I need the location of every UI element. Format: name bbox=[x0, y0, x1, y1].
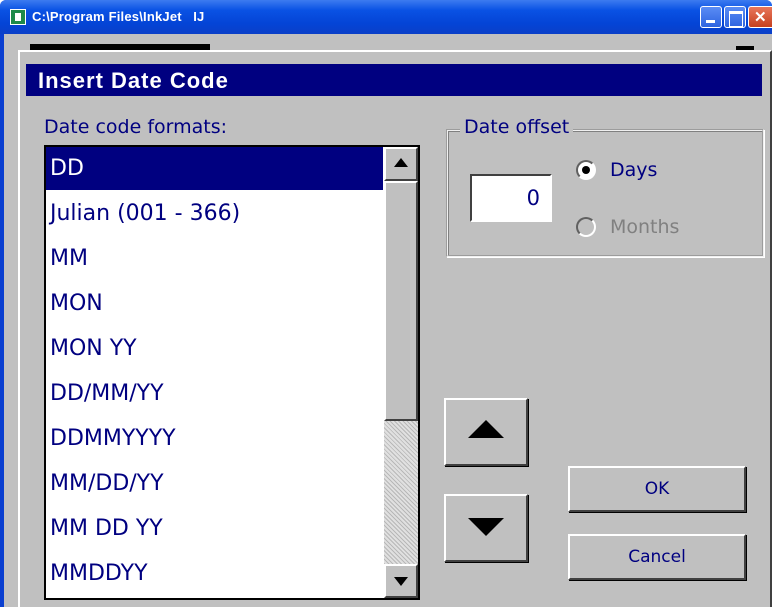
months-radio[interactable] bbox=[576, 217, 596, 237]
cancel-button[interactable]: Cancel bbox=[568, 534, 746, 580]
insert-date-code-dialog: Insert Date Code Date code formats: DD J… bbox=[18, 50, 772, 607]
days-radio[interactable] bbox=[576, 160, 596, 180]
move-down-arrow-icon bbox=[468, 518, 504, 536]
list-item[interactable]: MON YY bbox=[46, 327, 383, 370]
application-window: C:\Program Files\InkJet IJ Insert Date C… bbox=[0, 0, 772, 607]
close-button[interactable] bbox=[748, 6, 772, 28]
months-radio-label[interactable]: Months bbox=[610, 216, 679, 238]
scroll-up-button[interactable] bbox=[384, 147, 418, 181]
scroll-up-icon bbox=[394, 158, 408, 167]
list-item[interactable]: MON bbox=[46, 282, 383, 325]
scroll-down-button[interactable] bbox=[384, 564, 418, 598]
app-icon[interactable] bbox=[10, 9, 26, 25]
date-code-formats-label: Date code formats: bbox=[44, 116, 228, 138]
scroll-down-icon bbox=[394, 577, 408, 586]
ok-button[interactable]: OK bbox=[568, 466, 746, 512]
window-title-bar[interactable]: C:\Program Files\InkJet IJ bbox=[0, 0, 772, 34]
list-item[interactable]: DDMMYYYY bbox=[46, 417, 383, 460]
list-item[interactable]: MM DD YY bbox=[46, 507, 383, 550]
list-item[interactable]: MM/DD/YY bbox=[46, 462, 383, 505]
move-up-button[interactable] bbox=[444, 398, 528, 466]
date-code-formats-list[interactable]: DD Julian (001 - 366) MM MON MON YY DD/M… bbox=[44, 145, 420, 600]
date-offset-input[interactable]: 0 bbox=[470, 174, 552, 222]
dialog-title: Insert Date Code bbox=[38, 68, 229, 93]
days-radio-label[interactable]: Days bbox=[610, 159, 657, 181]
list-scrollbar[interactable] bbox=[384, 147, 418, 598]
move-up-arrow-icon bbox=[468, 420, 504, 438]
list-item[interactable]: MMDDYY bbox=[46, 552, 383, 595]
list-item[interactable]: DD/MM/YY bbox=[46, 372, 383, 415]
date-offset-group-label: Date offset bbox=[460, 116, 574, 138]
list-item[interactable]: DD bbox=[46, 147, 383, 190]
list-item[interactable]: MM bbox=[46, 237, 383, 280]
move-down-button[interactable] bbox=[444, 494, 528, 562]
maximize-button[interactable] bbox=[724, 6, 746, 28]
radio-selected-dot bbox=[582, 166, 590, 174]
dialog-title-bar: Insert Date Code bbox=[26, 64, 762, 96]
minimize-button[interactable] bbox=[700, 6, 722, 28]
scrollbar-track[interactable] bbox=[384, 421, 418, 564]
list-item[interactable]: Julian (001 - 366) bbox=[46, 192, 383, 235]
scrollbar-thumb[interactable] bbox=[384, 181, 418, 421]
window-title: C:\Program Files\InkJet IJ bbox=[32, 9, 205, 24]
